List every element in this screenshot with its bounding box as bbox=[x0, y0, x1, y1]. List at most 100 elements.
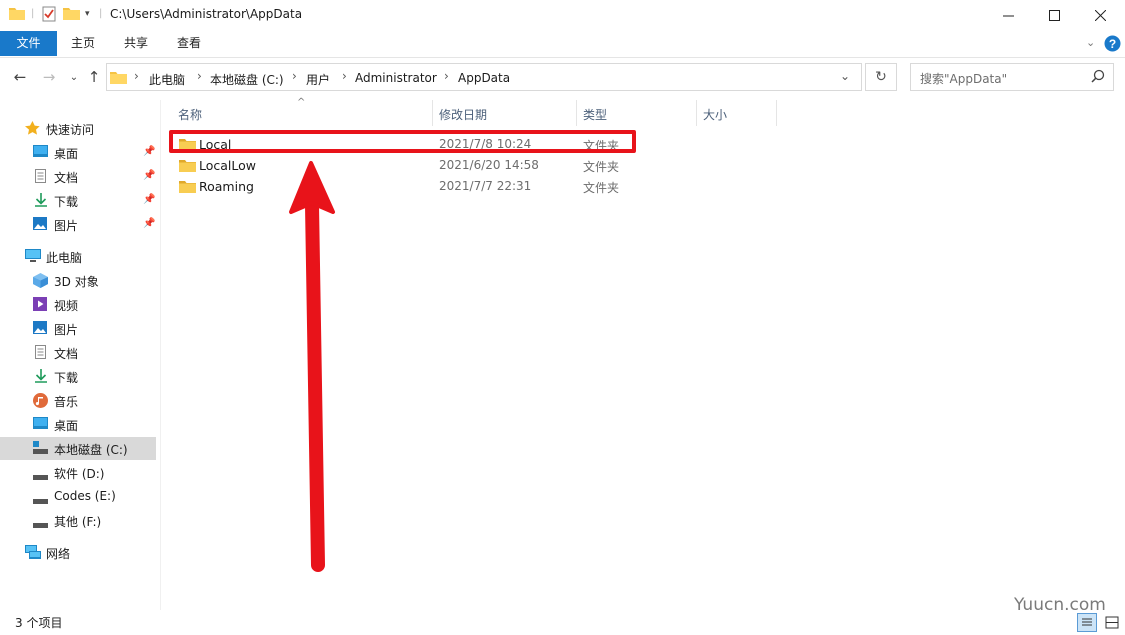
nav-3d-objects[interactable]: 3D 对象 bbox=[0, 269, 156, 292]
properties-icon[interactable] bbox=[41, 6, 57, 25]
breadcrumb-local-disk[interactable]: 本地磁盘 (C:) bbox=[210, 71, 284, 88]
new-folder-icon[interactable] bbox=[63, 6, 80, 23]
nav-label: 音乐 bbox=[54, 395, 79, 409]
download-icon bbox=[35, 193, 50, 207]
file-date: 2021/6/20 14:58 bbox=[439, 158, 539, 172]
sort-ascending-icon: ^ bbox=[297, 97, 306, 108]
close-button[interactable] bbox=[1077, 0, 1123, 31]
details-view-icon bbox=[1082, 618, 1092, 626]
file-row[interactable]: LocalLow 2021/6/20 14:58 文件夹 bbox=[170, 155, 640, 176]
column-header-name[interactable]: 名称 bbox=[178, 106, 202, 128]
breadcrumb-separator-icon: › bbox=[444, 69, 449, 83]
search-input[interactable]: 搜索"AppData" bbox=[910, 63, 1114, 91]
tab-view[interactable]: 查看 bbox=[163, 31, 215, 56]
column-header-date[interactable]: 修改日期 bbox=[439, 106, 487, 128]
nav-drive-e[interactable]: Codes (E:) bbox=[0, 485, 156, 508]
tab-file[interactable]: 文件 bbox=[0, 31, 57, 56]
customize-quick-access-icon[interactable]: ▾ bbox=[85, 9, 90, 19]
network-icon bbox=[25, 545, 41, 559]
pin-icon[interactable]: 📌 bbox=[143, 146, 155, 157]
breadcrumb-administrator[interactable]: Administrator bbox=[355, 71, 437, 85]
nav-desktop[interactable]: 桌面 bbox=[0, 413, 156, 436]
divider: | bbox=[99, 8, 103, 19]
document-icon bbox=[35, 345, 50, 359]
maximize-button[interactable] bbox=[1031, 0, 1077, 31]
column-divider[interactable] bbox=[576, 100, 577, 126]
column-header-type[interactable]: 类型 bbox=[583, 106, 607, 128]
nav-music[interactable]: 音乐 bbox=[0, 389, 156, 412]
divider: | bbox=[31, 8, 35, 19]
nav-videos[interactable]: 视频 bbox=[0, 293, 156, 316]
expand-ribbon-icon[interactable]: ⌄ bbox=[1086, 36, 1095, 49]
refresh-button[interactable]: ↻ bbox=[865, 63, 897, 91]
drive-icon bbox=[33, 494, 48, 508]
folder-icon bbox=[179, 180, 196, 196]
picture-icon bbox=[33, 321, 48, 335]
breadcrumb-appdata[interactable]: AppData bbox=[458, 71, 510, 85]
address-bar[interactable]: › 此电脑 › 本地磁盘 (C:) › 用户 › Administrator ›… bbox=[106, 63, 862, 91]
file-date: 2021/7/7 22:31 bbox=[439, 179, 532, 193]
document-icon bbox=[35, 169, 50, 183]
breadcrumb-separator-icon: › bbox=[292, 69, 297, 83]
search-placeholder: 搜索"AppData" bbox=[920, 72, 1008, 86]
nav-quick-downloads[interactable]: 下载 📌 bbox=[0, 189, 156, 212]
nav-drive-d[interactable]: 软件 (D:) bbox=[0, 461, 156, 484]
star-icon bbox=[25, 121, 40, 135]
drive-icon bbox=[33, 518, 48, 532]
pin-icon[interactable]: 📌 bbox=[143, 170, 155, 181]
window-title: C:\Users\Administrator\AppData bbox=[110, 7, 303, 21]
file-type: 文件夹 bbox=[583, 181, 620, 195]
nav-pictures[interactable]: 图片 bbox=[0, 317, 156, 340]
nav-quick-pictures[interactable]: 图片 📌 bbox=[0, 213, 156, 236]
nav-quick-access[interactable]: 快速访问 bbox=[0, 117, 156, 140]
breadcrumb-this-pc[interactable]: 此电脑 bbox=[149, 71, 185, 88]
minimize-button[interactable] bbox=[985, 0, 1031, 31]
nav-label: 3D 对象 bbox=[54, 275, 99, 289]
folder-icon bbox=[179, 159, 196, 175]
system-drive-icon bbox=[33, 441, 48, 455]
nav-local-disk-c[interactable]: 本地磁盘 (C:) bbox=[0, 437, 156, 460]
nav-label: 快速访问 bbox=[46, 123, 95, 137]
column-divider[interactable] bbox=[776, 100, 777, 126]
pin-icon[interactable]: 📌 bbox=[143, 194, 155, 205]
nav-label: 视频 bbox=[54, 299, 79, 313]
desktop-icon bbox=[33, 145, 48, 159]
highlight-box bbox=[169, 130, 636, 153]
nav-this-pc[interactable]: 此电脑 bbox=[0, 245, 156, 268]
nav-label: Codes (E:) bbox=[54, 489, 116, 503]
back-button[interactable]: ← bbox=[11, 68, 29, 86]
nav-downloads[interactable]: 下载 bbox=[0, 365, 156, 388]
nav-label: 文档 bbox=[54, 171, 79, 185]
nav-network[interactable]: 网络 bbox=[0, 541, 156, 564]
recent-locations-button[interactable]: ⌄ bbox=[65, 68, 83, 86]
nav-label: 桌面 bbox=[54, 147, 79, 161]
large-icons-view-icon bbox=[1105, 616, 1119, 629]
nav-quick-desktop[interactable]: 桌面 📌 bbox=[0, 141, 156, 164]
pin-icon[interactable]: 📌 bbox=[143, 218, 155, 229]
details-view-button[interactable] bbox=[1077, 613, 1097, 632]
nav-label: 桌面 bbox=[54, 419, 79, 433]
column-header-size[interactable]: 大小 bbox=[703, 106, 727, 128]
help-icon[interactable]: ? bbox=[1104, 35, 1121, 55]
up-button[interactable]: ↑ bbox=[85, 68, 103, 86]
tab-share[interactable]: 共享 bbox=[110, 31, 162, 56]
picture-icon bbox=[33, 217, 48, 231]
refresh-icon: ↻ bbox=[875, 69, 887, 85]
forward-arrow-icon: → bbox=[42, 68, 56, 86]
nav-quick-documents[interactable]: 文档 📌 bbox=[0, 165, 156, 188]
breadcrumb-separator-icon: › bbox=[134, 69, 139, 83]
file-row[interactable]: Roaming 2021/7/7 22:31 文件夹 bbox=[170, 176, 640, 197]
column-divider[interactable] bbox=[432, 100, 433, 126]
nav-drive-f[interactable]: 其他 (F:) bbox=[0, 509, 156, 532]
column-divider[interactable] bbox=[696, 100, 697, 126]
annotation-arrow bbox=[289, 161, 335, 572]
large-icons-view-button[interactable] bbox=[1102, 613, 1122, 632]
breadcrumb-users[interactable]: 用户 bbox=[306, 71, 330, 88]
maximize-icon bbox=[1048, 10, 1060, 21]
nav-documents[interactable]: 文档 bbox=[0, 341, 156, 364]
nav-label: 文档 bbox=[54, 347, 79, 361]
address-history-chevron-icon[interactable]: ⌄ bbox=[840, 69, 850, 83]
tab-home[interactable]: 主页 bbox=[57, 31, 109, 56]
breadcrumb-separator-icon: › bbox=[342, 69, 347, 83]
forward-button[interactable]: → bbox=[40, 68, 58, 86]
